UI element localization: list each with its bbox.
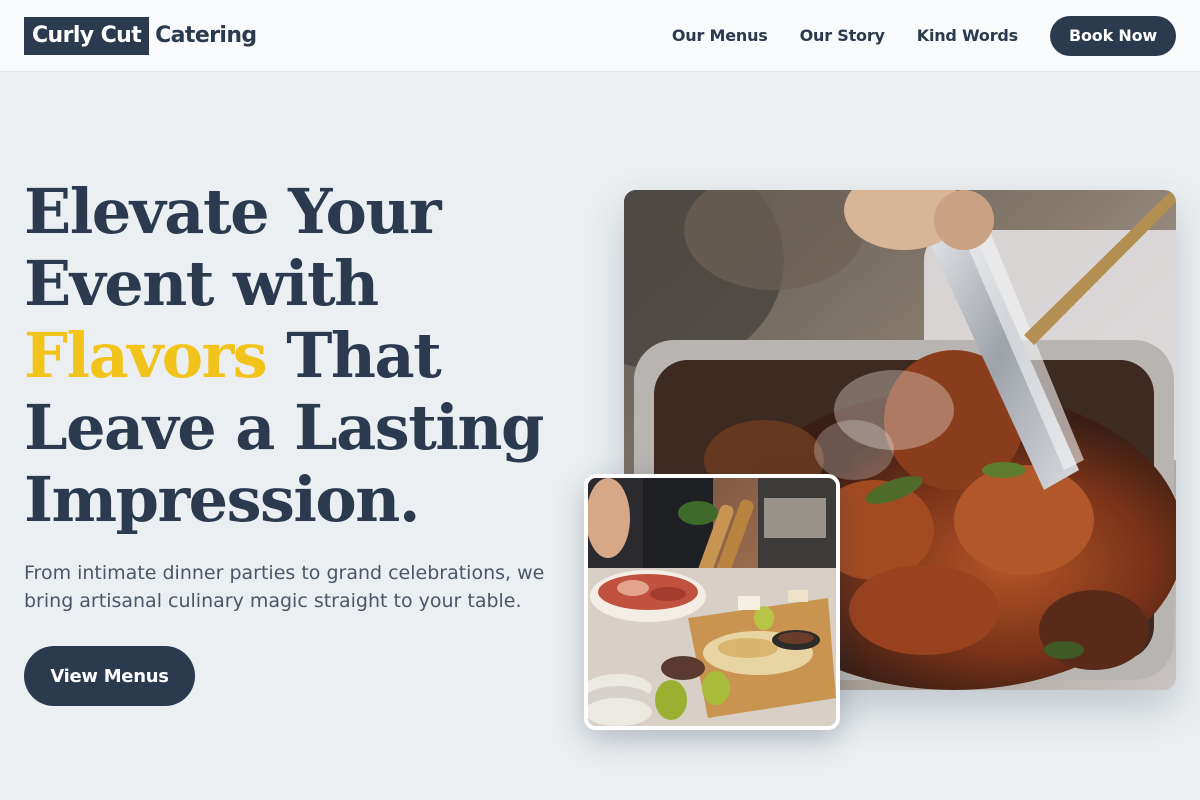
logo[interactable]: Curly Cut Catering — [24, 16, 257, 55]
main-nav: Our Menus Our Story Kind Words Book Now — [672, 15, 1176, 56]
buffet-table-image — [588, 478, 836, 726]
hero-subtext: From intimate dinner parties to grand ce… — [24, 562, 545, 612]
book-now-button[interactable]: Book Now — [1050, 15, 1176, 56]
view-menus-button[interactable]: View Menus — [24, 646, 195, 706]
headline-line-3-rest: That — [266, 319, 442, 392]
hero-headline: Elevate Your Event with Flavors That Lea… — [24, 176, 584, 536]
headline-line-5: Impression. — [24, 463, 420, 536]
headline-line-1: Elevate Your — [24, 175, 442, 248]
headline-accent-word: Flavors — [24, 319, 268, 392]
headline-line-2: Event with — [24, 247, 379, 320]
logo-text: Catering — [155, 23, 257, 48]
headline-line-4: Leave a Lasting — [24, 391, 544, 464]
nav-link-our-menus[interactable]: Our Menus — [672, 26, 768, 45]
hero-secondary-photo — [584, 474, 840, 730]
site-header: Curly Cut Catering Our Menus Our Story K… — [0, 0, 1200, 72]
nav-link-kind-words[interactable]: Kind Words — [917, 26, 1018, 45]
nav-link-our-story[interactable]: Our Story — [800, 26, 885, 45]
logo-box: Curly Cut — [24, 16, 150, 55]
